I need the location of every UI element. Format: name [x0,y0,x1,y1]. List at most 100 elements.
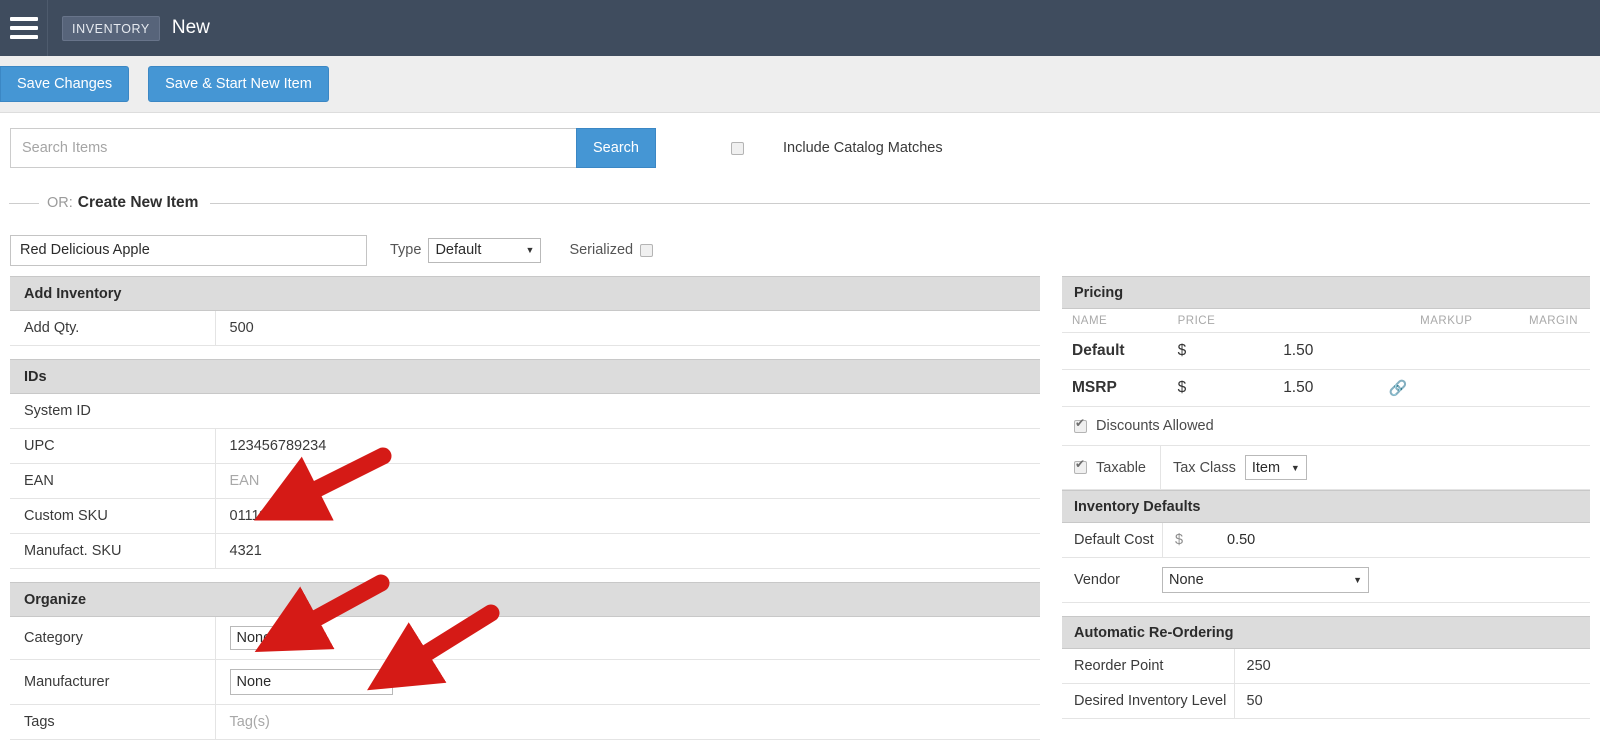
tax-class-select[interactable]: Item ▼ [1244,455,1307,480]
default-cost-label: Default Cost [1074,532,1154,548]
category-select[interactable]: None ▼ [229,626,290,650]
automatic-reordering-section-header: Automatic Re-Ordering [1062,616,1590,649]
table-row: MSRP $ 1.50 🔗 [1062,369,1590,407]
tags-label: Tags [10,704,215,740]
ean-label: EAN [10,463,215,499]
breadcrumb-inventory-badge[interactable]: INVENTORY [62,15,160,41]
chevron-down-icon: ▼ [279,633,289,643]
price-row-link-cell: 🔗 [1378,369,1485,407]
manufacturer-cell: None ▼ [214,659,1040,705]
manufacturer-sku-label: Manufact. SKU [10,533,215,569]
section-gap [1062,603,1590,616]
taxable-row: Taxable Tax Class Item ▼ [1062,446,1590,490]
tags-input[interactable]: Tag(s) [214,704,1040,740]
divider-dash [9,202,39,204]
include-catalog-matches-group: Include Catalog Matches [731,140,943,156]
default-cost-input[interactable]: 0.50 [1227,532,1255,548]
pricing-col-markup: MARKUP [1378,309,1485,333]
hamburger-bar [9,26,38,30]
price-row-value[interactable]: 1.50 [1273,369,1379,407]
price-row-value[interactable]: 1.50 [1273,332,1379,370]
table-row: Custom SKU 011110 [10,498,1040,534]
add-inventory-section-header: Add Inventory [10,276,1040,311]
organize-table: Category None ▼ Manufacturer None ▼ Tags… [10,617,1040,740]
add-qty-label: Add Qty. [10,311,215,346]
price-row-margin[interactable] [1484,369,1590,407]
create-new-item-label: Create New Item [77,194,199,211]
divider-line [210,202,1590,204]
taxable-checkbox[interactable] [1074,458,1087,474]
system-id-value [215,394,1040,429]
search-row: Search Include Catalog Matches [0,113,1600,183]
table-row: Desired Inventory Level 50 [1062,683,1590,719]
chevron-down-icon: ▼ [525,245,535,255]
table-row: Tags Tag(s) [10,704,1040,740]
hamburger-menu-icon[interactable] [0,0,48,56]
chevron-down-icon: ▼ [376,677,386,687]
section-gap [10,346,1040,359]
search-group: Search [10,128,656,168]
or-label: OR: [47,195,73,211]
custom-sku-input[interactable]: 011110 [214,498,1040,534]
type-select-value: Default [435,242,482,258]
search-button[interactable]: Search [576,128,656,168]
create-new-item-divider: OR: Create New Item [0,190,1600,216]
right-form-panel: Pricing NAME PRICE MARKUP MARGIN Default… [1062,276,1590,719]
discounts-allowed-label: Discounts Allowed [1096,418,1214,434]
include-catalog-matches-label: Include Catalog Matches [783,140,943,156]
pricing-col-margin: MARGIN [1484,309,1590,333]
item-identity-row: Type Default ▼ Serialized [0,232,1600,268]
vendor-select-value: None [1169,572,1204,588]
action-toolbar: Save Changes Save & Start New Item [0,56,1600,113]
upc-label: UPC [10,428,215,464]
discounts-allowed-row: Discounts Allowed [1062,407,1590,446]
save-changes-button[interactable]: Save Changes [0,66,130,102]
manufacturer-sku-input[interactable]: 4321 [214,533,1040,569]
desired-inventory-level-label: Desired Inventory Level [1062,683,1234,719]
chain-link-icon[interactable]: 🔗 [1389,379,1408,397]
table-row: Manufact. SKU 4321 [10,533,1040,569]
manufacturer-label: Manufacturer [10,659,215,705]
table-row: Manufacturer None ▼ [10,659,1040,705]
reorder-point-input[interactable]: 250 [1233,649,1590,684]
category-cell: None ▼ [214,617,1040,660]
add-qty-input[interactable]: 500 [214,311,1040,346]
table-row: Add Qty. 500 [10,311,1040,346]
type-label: Type [390,242,422,258]
search-input[interactable] [10,128,576,168]
default-cost-currency: $ [1175,532,1184,548]
vendor-select[interactable]: None ▼ [1162,567,1369,593]
discounts-allowed-checkbox[interactable] [1074,417,1087,433]
tax-class-label: Tax Class [1172,459,1236,476]
save-and-start-new-item-button[interactable]: Save & Start New Item [148,66,329,102]
pricing-table: NAME PRICE MARKUP MARGIN Default $ 1.50 … [1062,309,1590,407]
upc-input[interactable]: 123456789234 [214,428,1040,464]
ean-input[interactable]: EAN [214,463,1040,499]
ids-table: System ID UPC 123456789234 EAN EAN Custo… [10,394,1040,569]
hamburger-bar [9,17,38,21]
table-row: Category None ▼ [10,617,1040,660]
left-form-panel: Add Inventory Add Qty. 500 IDs System ID… [10,276,1040,740]
table-row: UPC 123456789234 [10,428,1040,464]
hamburger-bar [9,35,38,39]
vendor-value-cell: None ▼ [1162,558,1590,602]
serialized-label: Serialized [569,242,634,258]
pricing-col-price: PRICE [1167,309,1379,333]
serialized-checkbox[interactable] [640,243,654,257]
tax-class-select-value: Item [1251,459,1281,476]
price-row-currency: $ [1167,369,1274,407]
table-row: EAN EAN [10,463,1040,499]
section-gap [10,569,1040,582]
include-catalog-matches-checkbox[interactable] [731,141,744,155]
reordering-table: Reorder Point 250 Desired Inventory Leve… [1062,649,1590,719]
desired-inventory-level-input[interactable]: 50 [1233,683,1590,719]
inventory-defaults-section-header: Inventory Defaults [1062,490,1590,523]
category-label: Category [10,617,215,660]
page-title: New [171,17,210,38]
manufacturer-select[interactable]: None ▼ [229,669,393,695]
price-row-margin[interactable] [1484,332,1590,370]
type-select[interactable]: Default ▼ [428,237,542,263]
item-name-input[interactable] [10,234,367,266]
price-row-markup[interactable] [1378,332,1485,370]
pricing-col-name: NAME [1062,309,1168,333]
